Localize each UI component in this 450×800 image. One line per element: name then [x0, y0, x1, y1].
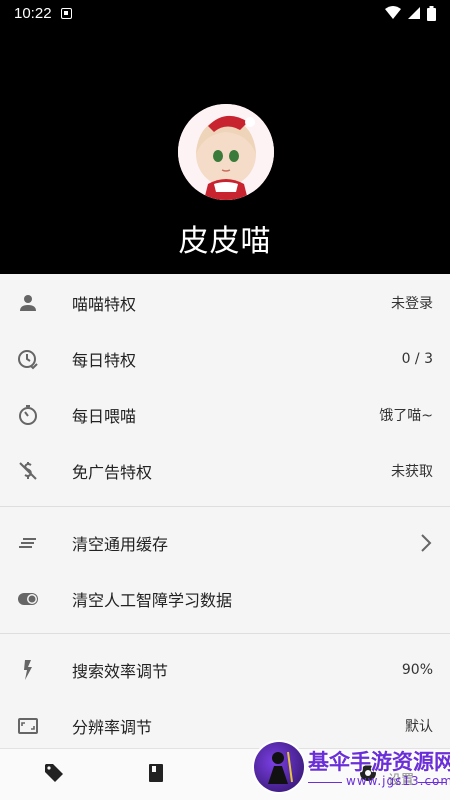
toggle-dot-icon: [18, 593, 38, 605]
profile-name: 皮皮喵: [178, 224, 272, 259]
watermark-rule-left: [308, 782, 342, 783]
chevron-right-icon: [421, 534, 432, 552]
watermark-title: 基伞手游资源网: [308, 750, 450, 774]
tag-icon[interactable]: [42, 761, 66, 785]
menu-item-label: 免广告特权: [72, 463, 153, 482]
avatar-image: [178, 104, 274, 200]
menu-item-clear-cache[interactable]: 清空通用缓存: [0, 515, 450, 571]
flash-icon: [24, 660, 32, 680]
menu-item-value: 饿了喵~: [379, 408, 433, 424]
menu-item-label: 搜索效率调节: [72, 662, 169, 681]
lines-icon: [19, 538, 36, 548]
menu-item-label: 每日喂喵: [72, 407, 137, 426]
watermark: 基伞手游资源网 www.jgs13.com: [250, 738, 450, 796]
status-bar: 10:22: [0, 0, 450, 26]
menu-item-label: 分辨率调节: [72, 718, 153, 737]
section-divider: [0, 633, 450, 634]
menu-item-value: 未获取: [391, 464, 433, 480]
menu-item-label: 喵喵特权: [72, 295, 137, 314]
notification-icon: [60, 7, 72, 19]
watermark-logo: [254, 742, 304, 792]
menu-item-label: 清空人工智障学习数据: [72, 591, 233, 610]
status-time: 10:22: [14, 4, 52, 22]
aspect-ratio-icon: [18, 718, 38, 734]
menu-item-clear-ai-data[interactable]: 清空人工智障学习数据: [0, 571, 450, 627]
watermark-url: www.jgs13.com: [346, 774, 450, 788]
book-icon[interactable]: [144, 761, 168, 785]
watermark-rule-right: [418, 782, 446, 783]
clock-check-icon: [18, 350, 38, 370]
signal-icon: [408, 7, 420, 19]
menu-item-meow-privilege[interactable]: 喵喵特权 未登录: [0, 275, 450, 331]
timer-icon: [19, 405, 37, 425]
menu-item-daily-feed[interactable]: 每日喂喵 饿了喵~: [0, 387, 450, 443]
menu-item-daily-privilege[interactable]: 每日特权 0 / 3: [0, 331, 450, 387]
section-divider: [0, 506, 450, 507]
money-off-icon: [19, 462, 37, 480]
menu-item-search-efficiency[interactable]: 搜索效率调节 90%: [0, 642, 450, 698]
battery-icon: [427, 5, 436, 21]
person-icon: [20, 295, 36, 311]
avatar[interactable]: [178, 104, 274, 200]
menu-item-value: 默认: [405, 719, 433, 735]
menu-item-label: 每日特权: [72, 351, 137, 370]
menu-item-value: 未登录: [391, 296, 433, 312]
profile-header: 皮皮喵: [0, 26, 450, 274]
menu-item-label: 清空通用缓存: [72, 535, 169, 554]
menu-item-value: 0 / 3: [401, 351, 433, 367]
menu-item-ad-free[interactable]: 免广告特权 未获取: [0, 443, 450, 499]
menu-item-value: 90%: [401, 662, 433, 678]
wifi-icon: [385, 6, 401, 19]
